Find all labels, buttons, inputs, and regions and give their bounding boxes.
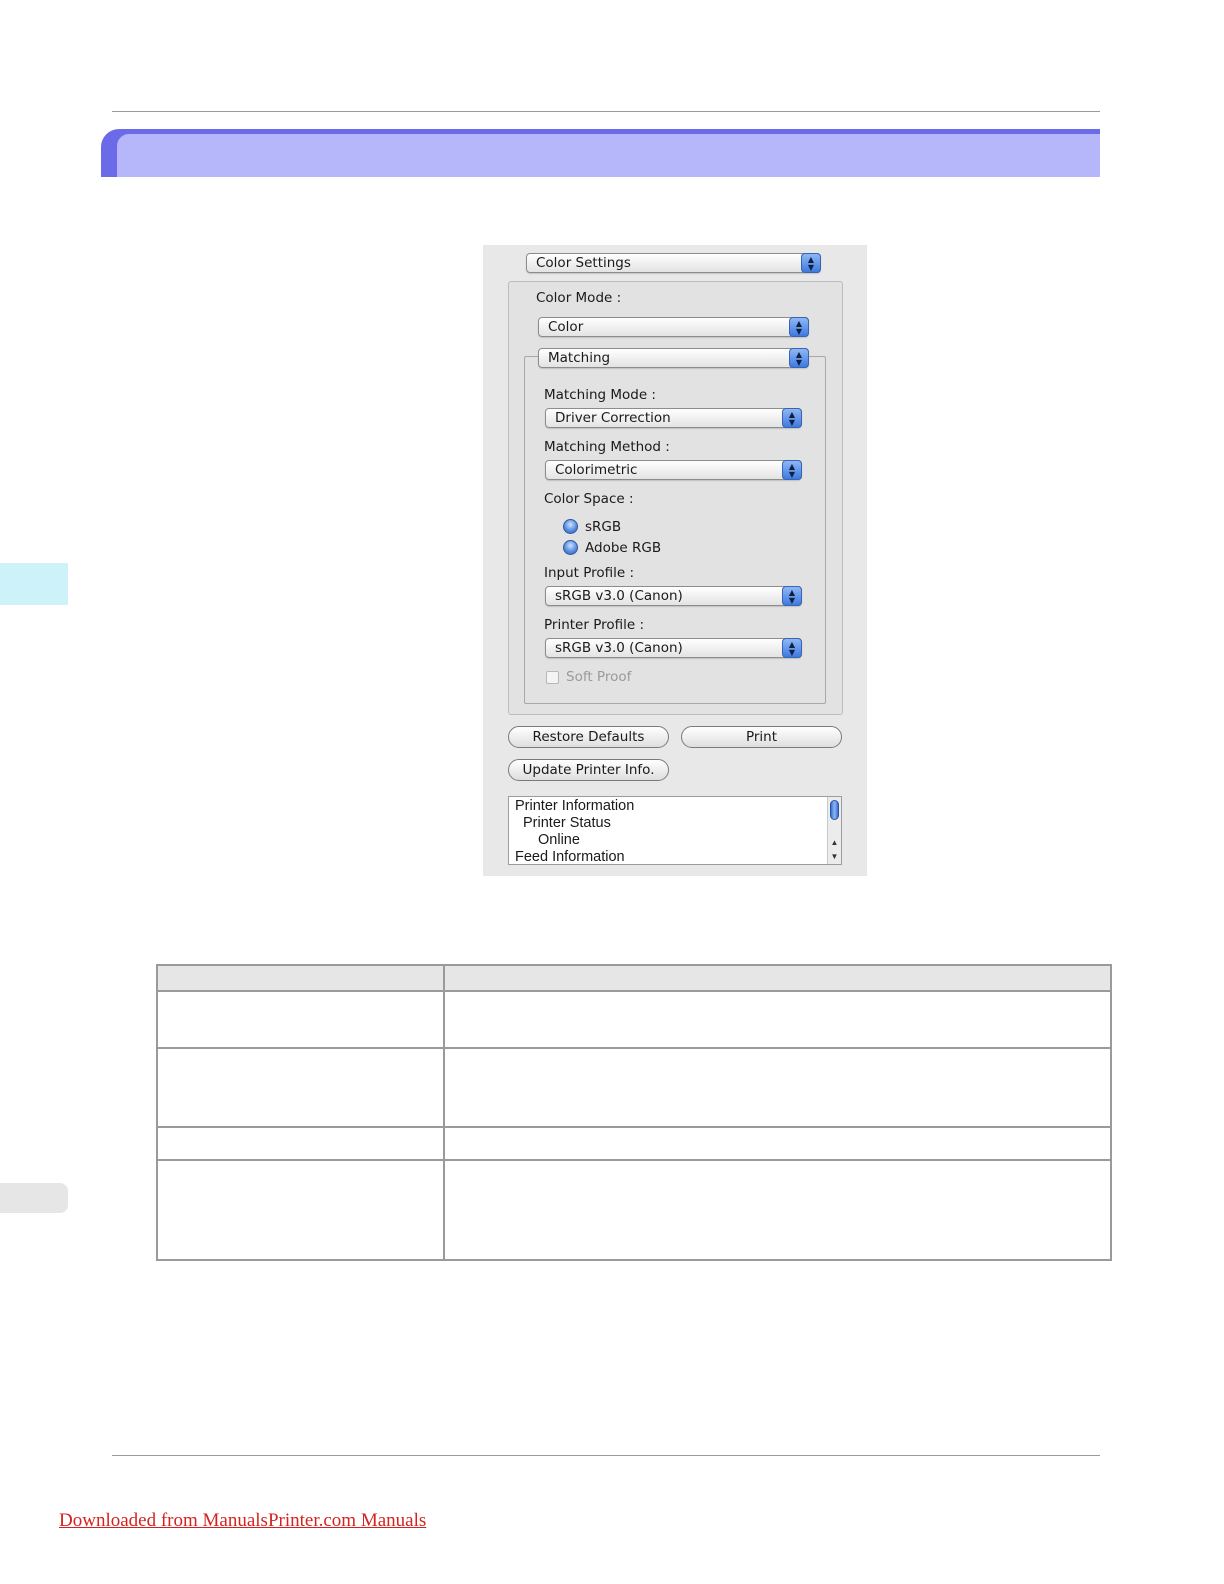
soft-proof-checkbox[interactable] — [546, 671, 559, 684]
footer-download-link[interactable]: Downloaded from ManualsPrinter.com Manua… — [59, 1510, 426, 1532]
input-profile-label: Input Profile : — [544, 565, 635, 581]
list-item: Printer Status — [523, 815, 611, 831]
srgb-radio[interactable] — [563, 519, 578, 534]
srgb-radio-label: sRGB — [585, 519, 622, 535]
printer-info-list[interactable]: Printer Information Printer Status Onlin… — [508, 796, 842, 865]
table-row-divider — [158, 1159, 1110, 1161]
popup-arrows-icon: ▲ ▼ — [782, 408, 802, 428]
print-button[interactable]: Print — [681, 726, 842, 748]
table-column-divider — [443, 966, 445, 1259]
matching-method-value: Colorimetric — [555, 462, 638, 478]
top-rule — [112, 111, 1100, 112]
section-banner — [101, 129, 1100, 177]
scroll-thumb[interactable] — [830, 800, 839, 820]
list-scrollbar[interactable]: ▲ ▼ — [827, 797, 841, 864]
list-item: Online — [538, 832, 580, 848]
chapter-side-tab — [0, 563, 68, 605]
panel-select-value: Color Settings — [536, 255, 631, 271]
scroll-up-icon[interactable]: ▲ — [828, 838, 841, 848]
popup-arrows-icon: ▲ ▼ — [789, 348, 809, 368]
table-row-divider — [158, 1126, 1110, 1128]
table-header — [158, 966, 1110, 992]
page-side-tab — [0, 1183, 68, 1213]
popup-arrows-icon: ▲ ▼ — [782, 638, 802, 658]
color-mode-select[interactable]: Color ▲ ▼ — [538, 317, 809, 337]
color-space-label: Color Space : — [544, 491, 634, 507]
printer-profile-value: sRGB v3.0 (Canon) — [555, 640, 683, 656]
list-item: Printer Information — [515, 798, 635, 814]
restore-defaults-button[interactable]: Restore Defaults — [508, 726, 669, 748]
input-profile-value: sRGB v3.0 (Canon) — [555, 588, 683, 604]
printer-profile-label: Printer Profile : — [544, 617, 645, 633]
list-item: Feed Information — [515, 849, 625, 865]
scroll-down-icon[interactable]: ▼ — [828, 852, 841, 862]
color-mode-value: Color — [548, 319, 584, 335]
matching-method-select[interactable]: Colorimetric ▲ ▼ — [545, 460, 802, 480]
bottom-rule — [112, 1455, 1100, 1456]
printer-profile-select[interactable]: sRGB v3.0 (Canon) ▲ ▼ — [545, 638, 802, 658]
matching-select[interactable]: Matching ▲ ▼ — [538, 348, 809, 368]
matching-mode-select[interactable]: Driver Correction ▲ ▼ — [545, 408, 802, 428]
table-row-divider — [158, 1047, 1110, 1049]
popup-arrows-icon: ▲ ▼ — [782, 460, 802, 480]
matching-mode-value: Driver Correction — [555, 410, 671, 426]
adobe-rgb-radio[interactable] — [563, 540, 578, 555]
popup-arrows-icon: ▲ ▼ — [782, 586, 802, 606]
matching-mode-label: Matching Mode : — [544, 387, 656, 403]
input-profile-select[interactable]: sRGB v3.0 (Canon) ▲ ▼ — [545, 586, 802, 606]
color-mode-label: Color Mode : — [536, 290, 622, 306]
update-printer-info-button[interactable]: Update Printer Info. — [508, 759, 669, 781]
color-settings-dialog: Color Settings ▲ ▼ Color Mode : Color ▲ ▼ … — [483, 245, 867, 876]
matching-method-label: Matching Method : — [544, 439, 670, 455]
panel-select[interactable]: Color Settings ▲ ▼ — [526, 253, 821, 273]
adobe-rgb-radio-label: Adobe RGB — [585, 540, 662, 556]
matching-select-value: Matching — [548, 350, 611, 366]
popup-arrows-icon: ▲ ▼ — [801, 253, 821, 273]
popup-arrows-icon: ▲ ▼ — [789, 317, 809, 337]
soft-proof-label: Soft Proof — [566, 669, 632, 685]
settings-table — [156, 964, 1112, 1261]
section-banner-fill — [117, 134, 1100, 177]
